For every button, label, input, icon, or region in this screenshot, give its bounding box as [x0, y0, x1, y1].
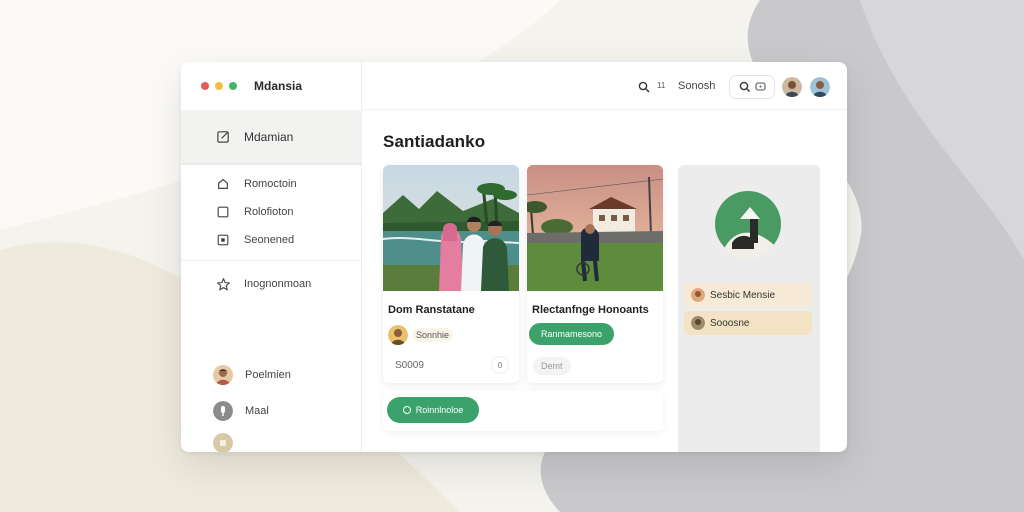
close-window-button[interactable] [201, 82, 209, 90]
sidebar-item-saved[interactable]: Seonened [181, 226, 362, 254]
search-icon [739, 81, 750, 92]
panel-list-item[interactable]: Sooosne [684, 311, 812, 335]
card-title: Dom Ranstatane [388, 304, 475, 316]
minimize-window-button[interactable] [215, 82, 223, 90]
tag-icon [755, 82, 766, 91]
search-icon[interactable] [638, 80, 650, 93]
small-avatar [213, 433, 233, 452]
primary-action-button[interactable]: Roinnlnoloe [387, 397, 479, 423]
divider [181, 164, 362, 165]
sidebar-item-profile[interactable]: Rolofioton [181, 198, 362, 226]
sidebar-item-label: Mdamian [244, 129, 294, 144]
status-badge[interactable]: Ranmamesono [529, 323, 615, 345]
woman-avatar [213, 365, 233, 385]
sidebar-user-item[interactable]: Maal [181, 398, 362, 424]
card-photo-lake [383, 165, 519, 291]
right-panel: Sesbic Mensie Sooosne [678, 165, 820, 452]
content-card[interactable]: Dom Ranstatane Sonnhie S0009 0 [383, 165, 519, 383]
primary-action-label: Roinnlnoloe [415, 405, 464, 415]
sidebar-user-label: Maal [245, 405, 269, 417]
circle-icon [402, 406, 411, 414]
panel-item-label: Sooosne [710, 317, 750, 329]
sidebar: Mdansia Mdamian Romoctoin Rolofioton Seo… [181, 62, 362, 452]
search-toolbar[interactable] [729, 75, 775, 99]
edit-icon [215, 129, 231, 145]
sidebar-user-item[interactable]: Poelmien [181, 362, 362, 388]
window-controls [201, 82, 237, 90]
card-footer-text: S0009 [395, 360, 424, 371]
sidebar-item-label: Seonened [244, 234, 295, 246]
maximize-window-button[interactable] [229, 82, 237, 90]
action-strip: Roinnlnoloe [383, 391, 663, 431]
search-label[interactable]: Sonosh [678, 80, 715, 92]
user-chip-label: Sonnhie [412, 328, 454, 342]
star-icon [215, 276, 231, 292]
content-card[interactable]: Rlectanfnge Honoants Ranmamesono Demt [527, 165, 663, 383]
user-avatar[interactable] [782, 77, 802, 97]
sidebar-item-home[interactable]: Romoctoin [181, 170, 362, 198]
card-photo-village [527, 165, 663, 291]
app-title: Mdansia [254, 79, 303, 93]
page-title: Santiadanko [383, 132, 486, 151]
card-more-button[interactable]: 0 [491, 356, 509, 374]
sidebar-user-label: Poelmien [245, 369, 291, 381]
sidebar-user-item[interactable] [181, 430, 362, 452]
user-avatar [691, 316, 705, 330]
sidebar-item-label: Rolofioton [244, 206, 294, 218]
user-avatar [388, 325, 408, 345]
square-icon [215, 204, 231, 220]
panel-item-label: Sesbic Mensie [710, 289, 776, 301]
user-chip[interactable]: Sonnhie [388, 325, 454, 345]
mic-icon [213, 401, 233, 421]
sidebar-item-favorites[interactable]: Inognonmoan [181, 270, 362, 298]
secondary-tag[interactable]: Demt [533, 357, 571, 375]
divider [181, 260, 362, 261]
header-counter: 11 [657, 81, 666, 90]
sidebar-item-label: Inognonmoan [244, 278, 312, 290]
user-avatar[interactable] [810, 77, 830, 97]
home-icon [215, 176, 231, 192]
panel-list-item[interactable]: Sesbic Mensie [684, 283, 812, 307]
card-title: Rlectanfnge Honoants [532, 304, 649, 316]
app-window: Mdansia Mdamian Romoctoin Rolofioton Seo… [181, 62, 847, 452]
sidebar-item-label: Romoctoin [244, 178, 297, 190]
user-avatar [691, 288, 705, 302]
profile-badge [715, 191, 781, 259]
frame-icon [215, 232, 231, 248]
sidebar-item-active[interactable]: Mdamian [181, 110, 362, 164]
